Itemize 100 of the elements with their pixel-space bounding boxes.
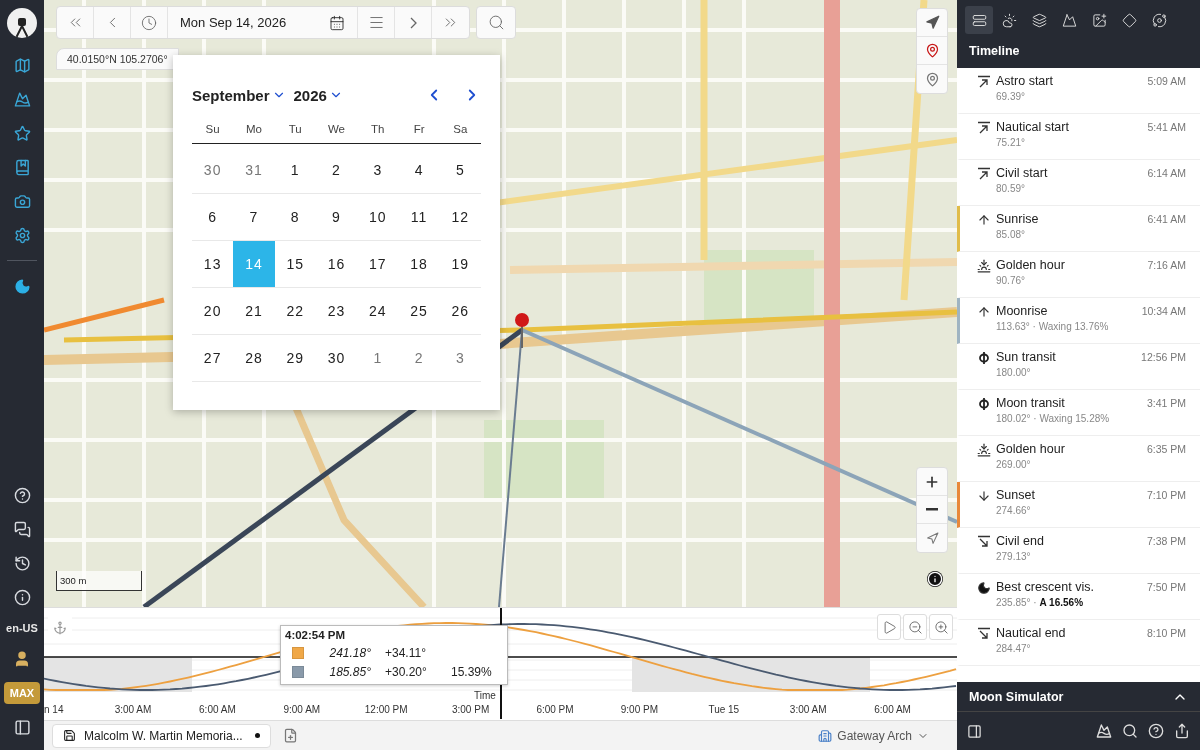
help-icon [13, 486, 31, 504]
day-button[interactable]: 4 [398, 147, 440, 194]
event-name: Golden hour [996, 258, 1066, 272]
clock-icon [141, 14, 157, 31]
zoom-in-button[interactable] [929, 614, 953, 640]
menu-icon [367, 14, 385, 31]
month-select[interactable]: September [192, 86, 286, 104]
day-button[interactable]: 24 [357, 288, 399, 335]
timeline-event[interactable]: Nautical end 284.47° 8:10 PM [957, 620, 1200, 666]
day-button[interactable]: 27 [192, 335, 234, 382]
timeline-event[interactable]: Civil end 279.13° 7:38 PM [957, 528, 1200, 574]
play-button[interactable] [877, 614, 901, 640]
zoom-in-icon [933, 619, 949, 635]
day-button[interactable]: 30 [315, 335, 358, 382]
day-button[interactable]: 22 [274, 288, 316, 335]
rows-tab[interactable] [965, 6, 993, 34]
day-button[interactable]: 5 [439, 147, 481, 194]
year-select[interactable]: 2026 [293, 86, 343, 104]
day-button[interactable]: 6 [192, 194, 234, 241]
timeline-event[interactable]: Moonrise 113.63° · Waxing 13.76% 10:34 AM [957, 298, 1200, 344]
new-file-button[interactable] [282, 728, 298, 743]
event-name: Best crescent vis. [996, 580, 1095, 594]
timeline-event[interactable]: Astro start 69.39° 5:09 AM [957, 68, 1200, 114]
day-button[interactable]: 21 [233, 288, 275, 335]
day-button[interactable]: 10 [357, 194, 399, 241]
day-button[interactable]: 16 [315, 241, 358, 288]
day-button[interactable]: 19 [439, 241, 481, 288]
panel-title: Timeline [957, 38, 1200, 68]
event-detail: 75.21° [996, 137, 1027, 148]
timeline-event[interactable]: Sunrise 85.08° 6:41 AM [957, 206, 1200, 252]
event-detail: 180.00° [996, 367, 1032, 378]
day-button[interactable]: 15 [274, 241, 316, 288]
timeline-event[interactable]: Sun transit 180.00° 12:56 PM [957, 344, 1200, 390]
day-button[interactable]: 8 [274, 194, 316, 241]
event-detail: 180.02° · Waxing 15.28% [996, 413, 1111, 424]
day-button[interactable]: 26 [439, 288, 481, 335]
event-time: 7:10 PM [1146, 488, 1186, 503]
timeline-event[interactable]: Sunset 274.66° 7:10 PM [957, 482, 1200, 528]
chevron-right-icon [409, 16, 417, 29]
search-button[interactable] [1122, 723, 1138, 739]
transit-icon [978, 397, 990, 411]
event-name: Golden hour [996, 442, 1066, 456]
event-time: 7:16 AM [1147, 258, 1186, 273]
event-time: 10:34 AM [1141, 304, 1186, 319]
locale-label[interactable]: en-US [6, 622, 38, 634]
day-button[interactable]: 3 [439, 335, 481, 382]
play-icon [881, 619, 897, 635]
axis-label: 12:00 PM [364, 704, 408, 715]
day-button[interactable]: 3 [357, 147, 399, 194]
timeline-event[interactable]: Golden hour 269.00° 6:35 PM [957, 436, 1200, 482]
day-button[interactable]: 2 [398, 335, 440, 382]
day-button[interactable]: 29 [274, 335, 316, 382]
day-button[interactable]: 18 [398, 241, 440, 288]
bookmarks-icon [13, 158, 31, 176]
compass-arrow-icon [925, 531, 939, 545]
event-name: Sun transit [996, 350, 1057, 364]
event-detail: 69.39° [996, 91, 1027, 102]
mountain-button[interactable] [1096, 723, 1112, 739]
axis-label: 3:00 PM [452, 704, 490, 715]
day-button[interactable]: 1 [357, 335, 399, 382]
timeline-event[interactable]: Nautical start 75.21° 5:41 AM [957, 114, 1200, 160]
event-time: 5:41 AM [1147, 120, 1186, 135]
day-button[interactable]: 12 [439, 194, 481, 241]
location-select[interactable]: Gateway Arch [812, 727, 935, 744]
event-time: 7:38 PM [1146, 534, 1186, 549]
day-button[interactable]: 17 [357, 241, 399, 288]
day-button[interactable]: 25 [398, 288, 440, 335]
simulator-header[interactable]: Moon Simulator [957, 682, 1200, 712]
event-time: 6:35 PM [1146, 442, 1186, 457]
day-button[interactable]: 23 [315, 288, 358, 335]
timeline-event[interactable]: Golden hour 90.76° 7:16 AM [957, 252, 1200, 298]
day-button[interactable]: 30 [192, 147, 234, 194]
moon-icon [13, 277, 31, 295]
axis-label: n 14 [44, 704, 64, 715]
share-button[interactable] [1174, 723, 1190, 739]
day-button[interactable]: 1 [274, 147, 316, 194]
event-detail: 80.59° [996, 183, 1027, 194]
document-tab[interactable]: Malcolm W. Martin Memoria... [52, 723, 271, 748]
timeline-event[interactable]: Best crescent vis. 235.85° · A 16.56% 7:50 PM [957, 574, 1200, 620]
help-icon [1148, 723, 1164, 739]
day-button[interactable]: 9 [315, 194, 358, 241]
help-button[interactable] [1148, 723, 1164, 739]
axis-title: Time [474, 690, 496, 701]
event-name: Sunrise [996, 212, 1040, 226]
info-icon [13, 588, 31, 606]
event-detail: 113.63° · Waxing 13.76% [996, 321, 1110, 332]
day-button[interactable]: 28 [233, 335, 275, 382]
timeline-event[interactable]: Moon transit 180.02° · Waxing 15.28% 3:41 PM [957, 390, 1200, 436]
event-detail: 269.00° [996, 459, 1032, 470]
mountains-icon [13, 90, 31, 108]
day-button[interactable]: 2 [315, 147, 358, 194]
logo[interactable] [7, 8, 37, 38]
timeline-event[interactable]: Civil start 80.59° 6:14 AM [957, 160, 1200, 206]
location-arrow-icon [924, 15, 940, 30]
calendar-icon[interactable] [329, 14, 345, 31]
day-button[interactable]: 31 [233, 147, 275, 194]
day-button[interactable]: 11 [398, 194, 440, 241]
panel-toggle-button[interactable] [967, 723, 982, 739]
day-button[interactable]: 20 [192, 288, 234, 335]
weekday-label: Sa [452, 123, 469, 137]
